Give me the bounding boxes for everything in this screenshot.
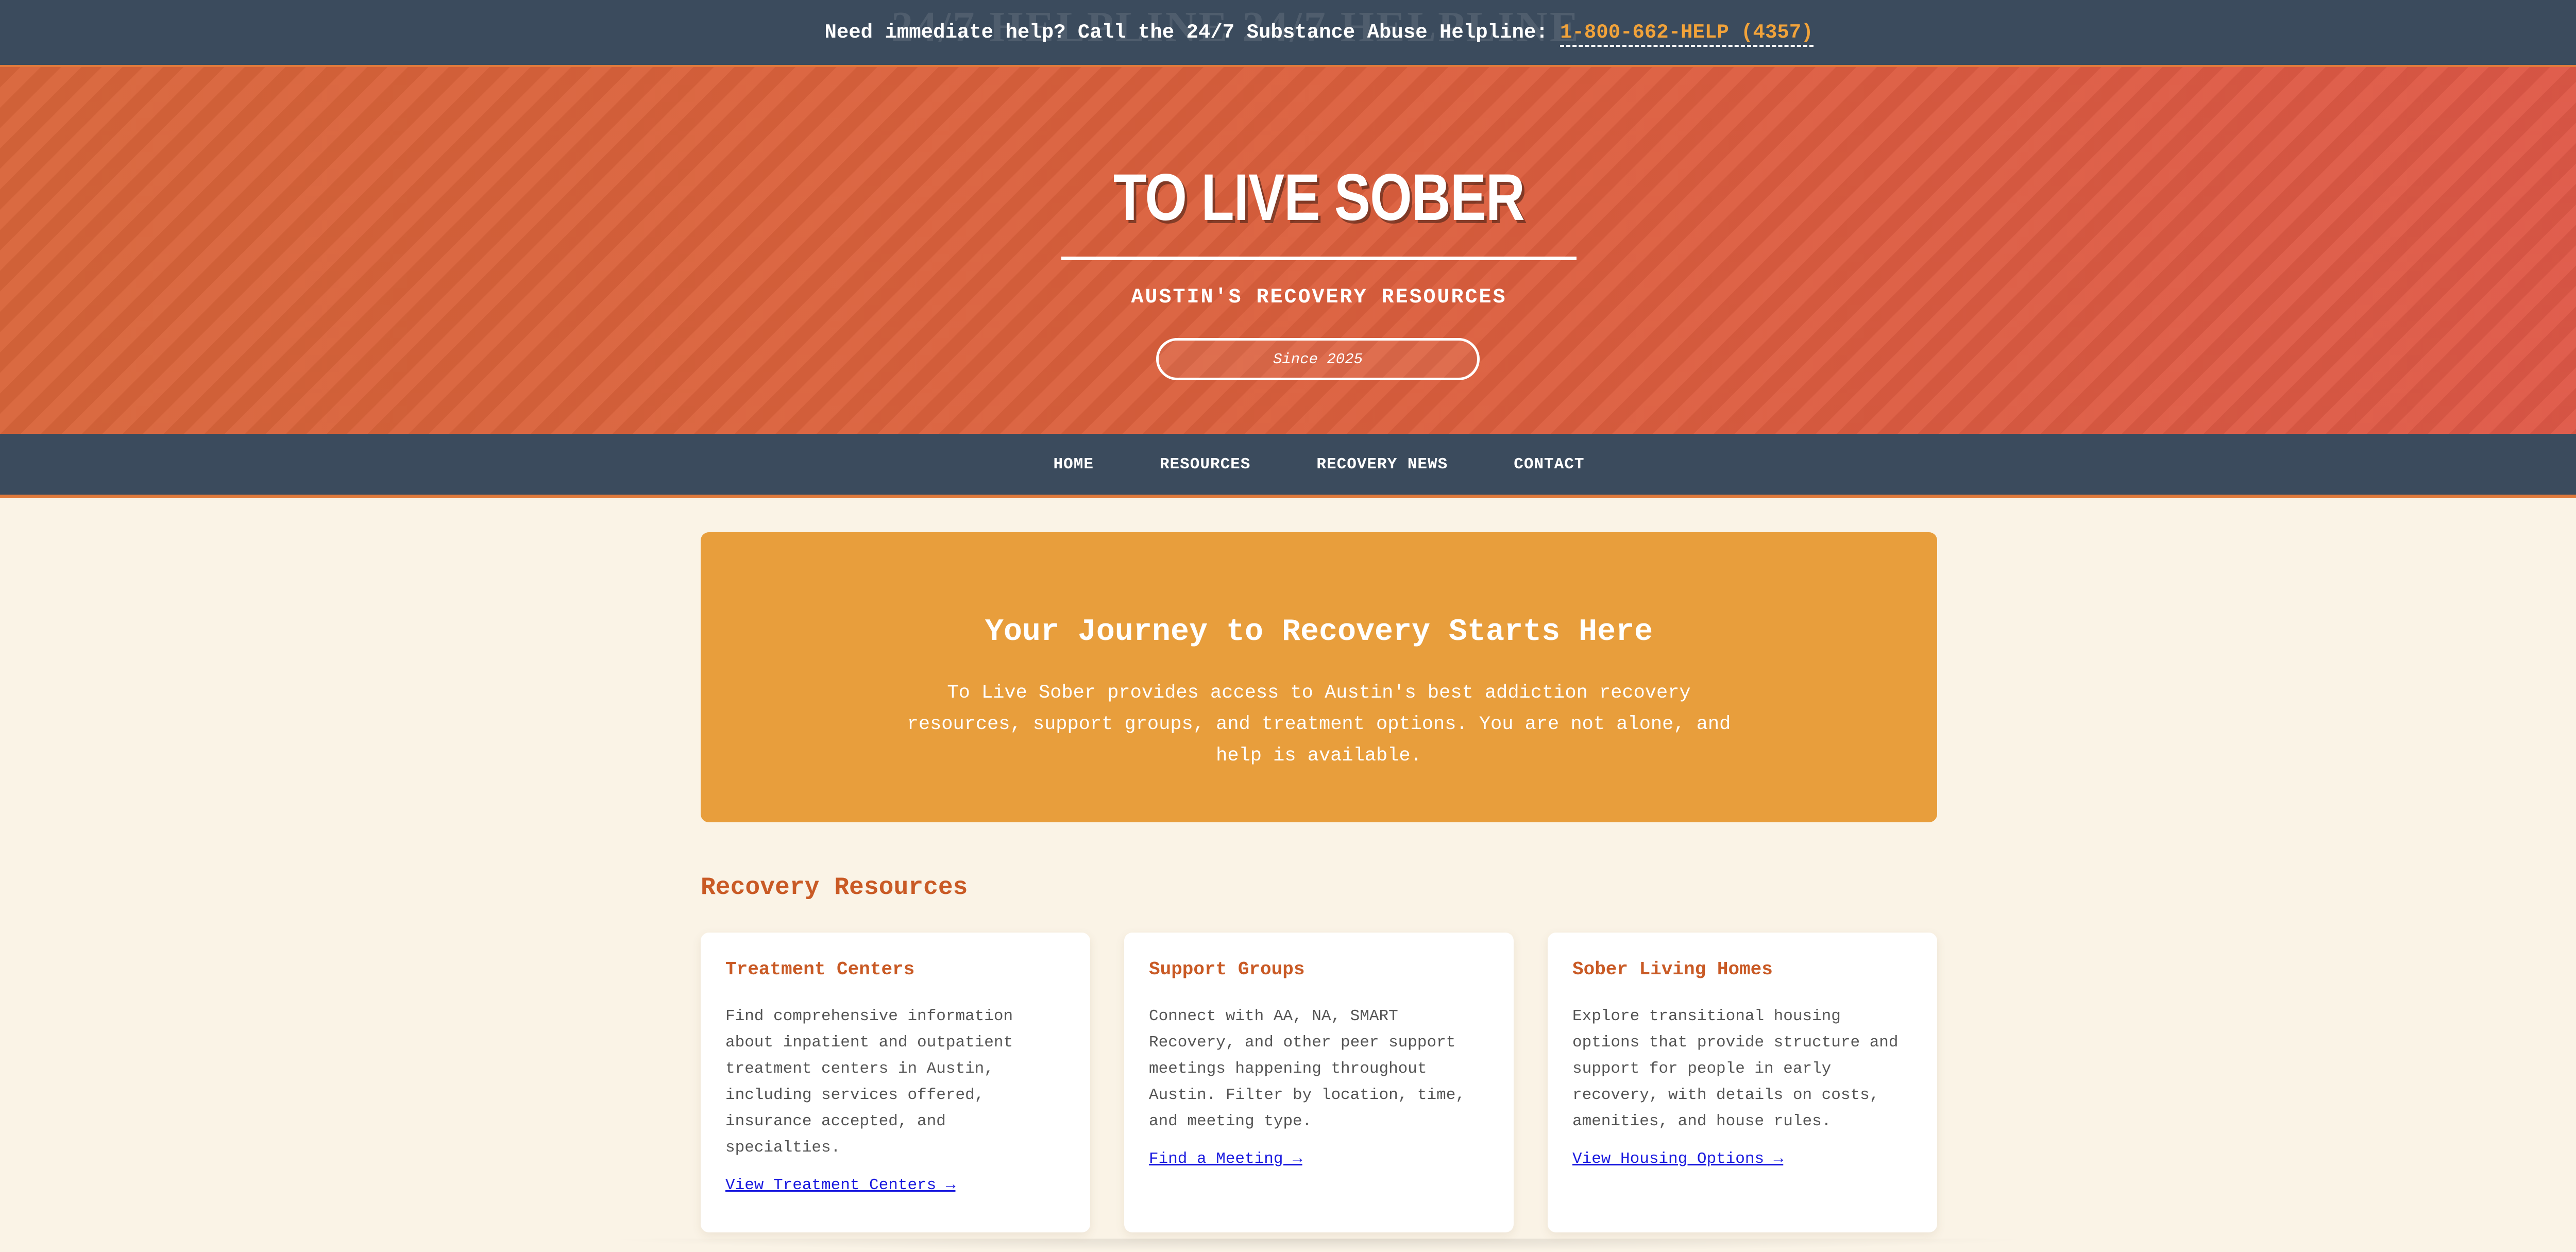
- card-title: Sober Living Homes: [1572, 959, 1773, 980]
- resources-section-title: Recovery Resources: [701, 874, 968, 902]
- card-treatment-centers: Treatment Centers Find comprehensive inf…: [701, 933, 1090, 1232]
- site-title: TO LIVE SOBER: [1113, 161, 1525, 234]
- title-divider: [1061, 257, 1577, 260]
- card-title: Treatment Centers: [725, 959, 915, 980]
- nav-item-recovery-news[interactable]: RECOVERY NEWS: [1316, 455, 1448, 473]
- intro-text: To Live Sober provides access to Austin'…: [907, 682, 1731, 767]
- card-sober-living-homes: Sober Living Homes Explore transitional …: [1548, 933, 1937, 1232]
- card-title: Support Groups: [1149, 959, 1305, 980]
- view-treatment-centers-link[interactable]: View Treatment Centers →: [725, 1176, 955, 1194]
- site-subtitle: AUSTIN'S RECOVERY RESOURCES: [1131, 286, 1507, 309]
- card-support-groups: Support Groups Connect with AA, NA, SMAR…: [1124, 933, 1514, 1232]
- main-nav: HOME RESOURCES RECOVERY NEWS CONTACT: [0, 434, 2576, 498]
- card-description: Find comprehensive information about inp…: [725, 1007, 1013, 1157]
- find-meeting-link[interactable]: Find a Meeting →: [1149, 1150, 1302, 1168]
- intro-title: Your Journey to Recovery Starts Here: [985, 615, 1653, 650]
- card-description: Connect with AA, NA, SMART Recovery, and…: [1149, 1007, 1465, 1131]
- since-badge: Since 2025: [1156, 338, 1480, 380]
- helpline-bar: 24/7 HELPLINE 24/7 HELPLINE Need immedia…: [0, 0, 2576, 67]
- nav-item-resources[interactable]: RESOURCES: [1160, 455, 1250, 473]
- view-housing-options-link[interactable]: View Housing Options →: [1572, 1150, 1783, 1168]
- helpline-phone-link[interactable]: 1-800-662-HELP (4357): [1560, 21, 1814, 47]
- helpline-prefix: Need immediate help? Call the 24/7 Subst…: [824, 21, 1561, 44]
- intro-banner: Your Journey to Recovery Starts Here To …: [701, 532, 1937, 822]
- card-description: Explore transitional housing options tha…: [1572, 1007, 1899, 1131]
- nav-item-contact[interactable]: CONTACT: [1514, 455, 1584, 473]
- site-header: TO LIVE SOBER AUSTIN'S RECOVERY RESOURCE…: [0, 67, 2576, 434]
- footer-shadow: [598, 1239, 2040, 1252]
- nav-item-home[interactable]: HOME: [1054, 455, 1094, 473]
- helpline-message: Need immediate help? Call the 24/7 Subst…: [824, 21, 1814, 47]
